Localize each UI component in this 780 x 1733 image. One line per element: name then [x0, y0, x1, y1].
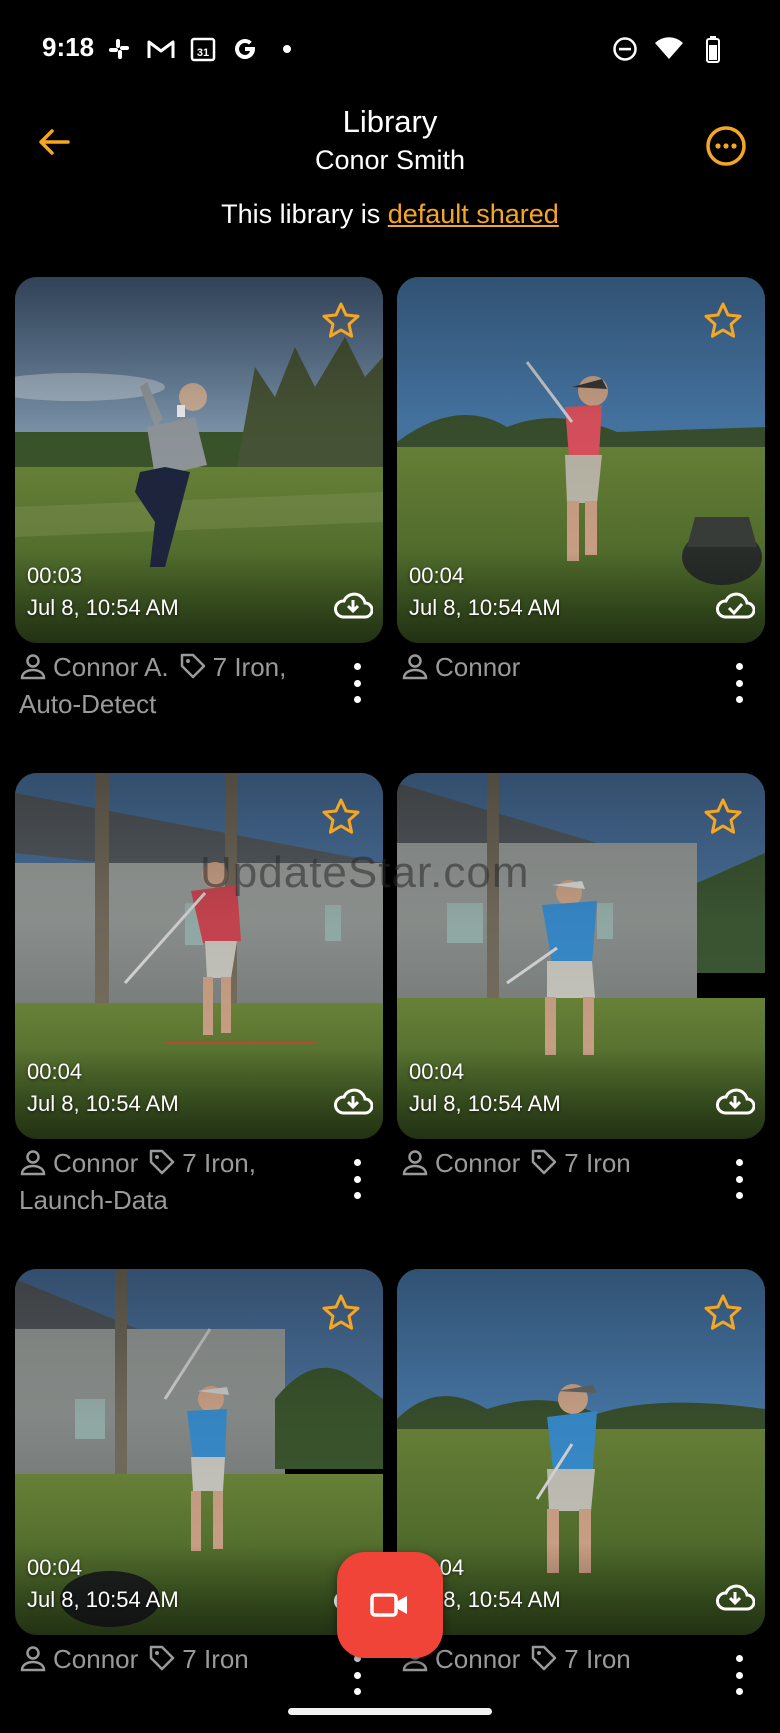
video-tags: 7 Iron, — [212, 652, 287, 682]
favorite-star-icon[interactable] — [321, 797, 361, 837]
system-icons — [610, 34, 728, 64]
person-icon — [402, 654, 428, 680]
cloud-download-icon[interactable] — [333, 589, 373, 621]
video-tags: 7 Iron, — [182, 1148, 256, 1178]
cloud-download-icon[interactable] — [715, 1581, 755, 1613]
calendar-icon: 31 — [188, 34, 218, 64]
tag-icon — [532, 1149, 557, 1175]
person-name: Connor — [53, 1644, 139, 1674]
favorite-star-icon[interactable] — [321, 301, 361, 341]
page-subtitle: Conor Smith — [314, 145, 466, 175]
video-camera-icon — [370, 1593, 407, 1617]
cloud-done-icon[interactable] — [715, 589, 755, 621]
video-tags: 7 Iron — [564, 1148, 631, 1178]
video-duration: 00:04 — [409, 563, 465, 588]
person-name: Connor — [435, 1148, 521, 1178]
more-options-button[interactable] — [702, 122, 750, 170]
video-card[interactable]: 00:04 Jul 8, 10:54 AM Connor 7 Iron, Launc… — [15, 773, 383, 1219]
video-meta: Connor 7 Iron — [397, 1145, 765, 1199]
person-name: Connor A. — [53, 652, 169, 682]
favorite-star-icon[interactable] — [703, 1293, 743, 1333]
video-tags: 7 Iron — [182, 1644, 249, 1674]
video-date: Jul 8, 10:54 AM — [27, 1091, 179, 1116]
dot-icon — [272, 34, 302, 64]
video-date: Jul 8, 10:54 AM — [409, 1091, 561, 1116]
tag-icon — [532, 1645, 557, 1671]
video-thumbnail[interactable]: 00:04 Jul 8, 10:54 AM — [397, 1269, 765, 1635]
video-date: Jul 8, 10:54 AM — [409, 595, 561, 620]
video-date: Jul 8, 10:54 AM — [27, 1587, 179, 1612]
video-meta: Connor 7 Iron — [15, 1641, 383, 1695]
video-card[interactable]: 00:04 Jul 8, 10:54 AM Connor 7 Iron — [397, 773, 765, 1199]
watermark: UpdateStar.com — [200, 848, 530, 897]
status-time: 9:18 — [42, 32, 95, 62]
more-horizontal-icon — [706, 126, 746, 166]
video-date: Jul 8, 10:54 AM — [27, 595, 179, 620]
page-title: Library — [342, 104, 438, 139]
favorite-star-icon[interactable] — [703, 797, 743, 837]
video-meta: Connor 7 Iron, Launch-Data — [15, 1145, 383, 1219]
video-meta: Connor A. 7 Iron, Auto-Detect — [15, 649, 383, 723]
video-thumbnail[interactable]: 00:04 Jul 8, 10:54 AM — [397, 773, 765, 1139]
video-meta: Connor — [397, 649, 765, 703]
person-icon — [20, 1150, 46, 1176]
favorite-star-icon[interactable] — [703, 301, 743, 341]
cloud-download-icon[interactable] — [715, 1085, 755, 1117]
calendar-day: 31 — [197, 47, 209, 59]
video-more-button[interactable] — [347, 1655, 367, 1695]
person-name: Connor — [435, 1644, 521, 1674]
video-duration: 00:04 — [27, 1059, 83, 1084]
video-tags-line2: Launch-Data — [19, 1185, 168, 1215]
person-icon — [20, 654, 46, 680]
status-bar: 9:18 31 — [0, 0, 780, 96]
video-thumbnail[interactable]: 00:04 Jul 8, 10:54 AM — [397, 277, 765, 643]
video-more-button[interactable] — [347, 1159, 367, 1199]
share-status-text: This library is — [221, 199, 388, 229]
gmail-icon — [146, 34, 176, 64]
person-icon — [20, 1646, 46, 1672]
share-status: This library is default shared — [0, 199, 780, 230]
video-thumbnail[interactable]: 00:03 Jul 8, 10:54 AM — [15, 277, 383, 643]
video-thumbnail[interactable]: 00:04 Jul 8, 10:54 AM — [15, 1269, 383, 1635]
video-more-button[interactable] — [729, 663, 749, 703]
slack-icon — [104, 34, 134, 64]
wifi-icon — [654, 34, 684, 64]
video-card[interactable]: 00:03 Jul 8, 10:54 AM Connor A. 7 Iron, Au… — [15, 277, 383, 723]
tag-icon — [180, 653, 205, 679]
video-meta: Connor 7 Iron — [397, 1641, 765, 1695]
video-more-button[interactable] — [347, 663, 367, 703]
home-indicator[interactable] — [288, 1708, 492, 1715]
video-duration: 00:04 — [409, 1059, 465, 1084]
video-card[interactable]: 00:04 Jul 8, 10:54 AM Connor 7 Iron — [397, 1269, 765, 1695]
cloud-download-icon[interactable] — [333, 1085, 373, 1117]
video-tags: 7 Iron — [564, 1644, 631, 1674]
notification-icons: 31 — [104, 34, 302, 64]
default-shared-link[interactable]: default shared — [388, 199, 559, 229]
do-not-disturb-icon — [610, 34, 640, 64]
video-tags-line2: Auto-Detect — [19, 689, 157, 719]
person-name: Connor — [435, 652, 521, 682]
video-duration: 00:04 — [27, 1555, 83, 1580]
video-card[interactable]: 00:04 Jul 8, 10:54 AM Connor 7 Iron — [15, 1269, 383, 1695]
tag-icon — [150, 1645, 175, 1671]
battery-icon — [698, 34, 728, 64]
person-name: Connor — [53, 1148, 139, 1178]
video-thumbnail[interactable]: 00:04 Jul 8, 10:54 AM — [15, 773, 383, 1139]
tag-icon — [150, 1149, 175, 1175]
google-icon — [230, 34, 260, 64]
video-more-button[interactable] — [729, 1655, 749, 1695]
video-more-button[interactable] — [729, 1159, 749, 1199]
record-video-button[interactable] — [337, 1552, 443, 1658]
person-icon — [402, 1150, 428, 1176]
video-duration: 00:03 — [27, 563, 83, 588]
video-card[interactable]: 00:04 Jul 8, 10:54 AM Connor — [397, 277, 765, 703]
favorite-star-icon[interactable] — [321, 1293, 361, 1333]
